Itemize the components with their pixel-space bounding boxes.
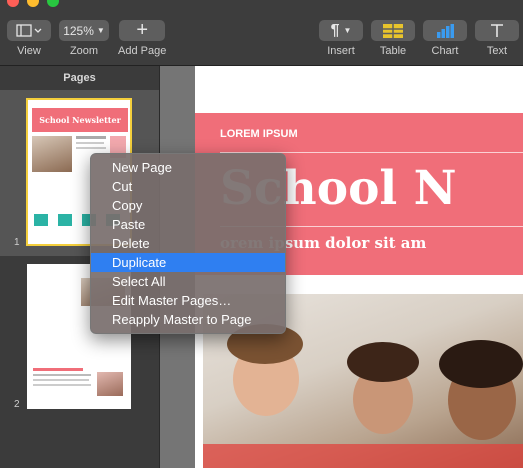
sidebar-title: Pages [63, 72, 96, 84]
menu-item-select-all[interactable]: Select All [91, 272, 285, 291]
table-icon [383, 23, 403, 38]
page-number-1: 1 [14, 237, 20, 248]
insert-button[interactable]: ¶ ▼ [319, 20, 363, 41]
plus-icon: + [136, 19, 148, 41]
minimize-window-button[interactable] [27, 0, 39, 7]
zoom-label: Zoom [69, 45, 99, 57]
chart-button[interactable] [423, 20, 467, 41]
menu-item-new-page[interactable]: New Page [91, 158, 285, 177]
zoom-value: 125% [63, 23, 94, 38]
child-hair [347, 342, 419, 382]
add-page-button[interactable]: + [119, 19, 166, 41]
chevron-down-icon: ▼ [96, 26, 105, 35]
insert-control[interactable]: ¶ ▼ Insert [319, 20, 363, 57]
text-icon [491, 23, 503, 37]
table-control[interactable]: Table [371, 20, 415, 57]
thumb-photo [32, 136, 72, 172]
zoom-control[interactable]: 125% ▼ Zoom [59, 20, 109, 57]
chart-control[interactable]: Chart [423, 20, 467, 57]
thumb-text-line [33, 379, 89, 381]
view-button[interactable] [7, 20, 51, 41]
thumb-heading-line [33, 368, 83, 371]
context-menu: New Page Cut Copy Paste Delete Duplicate… [90, 153, 286, 334]
thumb-photo-small [97, 372, 123, 396]
toolbar: View 125% ▼ Zoom + Add Page ¶ ▼ Insert T… [0, 0, 523, 66]
thumb-text-line [33, 374, 91, 376]
chart-icon [437, 23, 454, 38]
thumb-text-line [76, 142, 104, 144]
text-label: Text [486, 45, 508, 57]
child-shirt [203, 444, 523, 468]
chevron-down-icon: ▼ [343, 26, 352, 35]
banner-kicker[interactable]: LOREM IPSUM [220, 128, 298, 140]
paragraph-icon: ¶ [330, 21, 340, 39]
add-page-label: Add Page [118, 45, 167, 57]
thumb-title: School Newsletter [39, 115, 121, 125]
menu-item-edit-master-pages[interactable]: Edit Master Pages… [91, 291, 285, 310]
add-page-control[interactable]: + Add Page [118, 19, 167, 57]
chart-label: Chart [431, 45, 459, 57]
thumb-icon-tile [34, 214, 48, 226]
menu-item-delete[interactable]: Delete [91, 234, 285, 253]
view-control[interactable]: View [7, 20, 51, 57]
page-number-2: 2 [14, 399, 20, 410]
zoom-select[interactable]: 125% ▼ [59, 20, 109, 41]
thumb-text-line [76, 136, 106, 139]
zoom-window-button[interactable] [47, 0, 59, 7]
menu-item-paste[interactable]: Paste [91, 215, 285, 234]
insert-label: Insert [327, 45, 355, 57]
child-hair [439, 340, 523, 388]
menu-item-copy[interactable]: Copy [91, 196, 285, 215]
sidebar-icon [16, 23, 42, 37]
text-control[interactable]: Text [475, 20, 519, 57]
close-window-button[interactable] [7, 0, 19, 7]
thumb-text-line [33, 384, 91, 386]
text-button[interactable] [475, 20, 519, 41]
thumb-text-line [76, 147, 106, 149]
menu-item-duplicate[interactable]: Duplicate [91, 253, 285, 272]
menu-item-reapply-master[interactable]: Reapply Master to Page [91, 310, 285, 329]
table-button[interactable] [371, 20, 415, 41]
menu-item-cut[interactable]: Cut [91, 177, 285, 196]
thumb-banner: School Newsletter [32, 108, 128, 132]
thumb-icon-tile [58, 214, 72, 226]
table-label: Table [379, 45, 407, 57]
view-label: View [17, 45, 41, 57]
